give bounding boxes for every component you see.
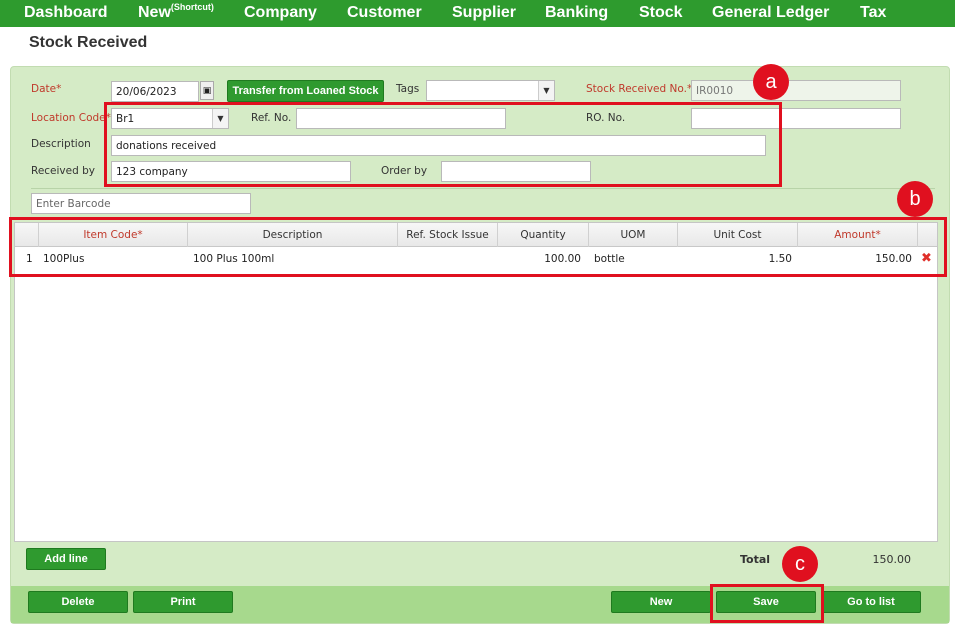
new-button[interactable]: New [611, 591, 711, 613]
cell-uom[interactable]: bottle [594, 248, 625, 270]
grid-header-rownum [15, 223, 39, 247]
description-value: donations received [116, 140, 217, 152]
nav-new-shortcut: (Shortcut) [170, 2, 214, 12]
stock-received-no-label: Stock Received No.* [586, 83, 693, 95]
order-by-input[interactable] [441, 161, 591, 182]
annotation-badge-b: b [897, 181, 933, 217]
location-code-select[interactable]: Br1 ▼ [111, 108, 229, 129]
cell-unit-cost[interactable]: 1.50 [678, 248, 792, 270]
received-by-label: Received by [31, 165, 95, 177]
grid-header-quantity[interactable]: Quantity [498, 223, 589, 247]
nav-supplier[interactable]: Supplier [452, 4, 516, 22]
delete-row-icon[interactable]: ✖ [921, 248, 932, 270]
grid-header-amount[interactable]: Amount* [798, 223, 918, 247]
barcode-input[interactable]: Enter Barcode [31, 193, 251, 214]
description-input[interactable]: donations received [111, 135, 766, 156]
location-code-value: Br1 [116, 113, 135, 125]
grid-header-description[interactable]: Description [188, 223, 398, 247]
total-label: Total [740, 553, 771, 566]
date-label: Date* [31, 83, 62, 95]
stock-received-no-input: IR0010 [691, 80, 901, 101]
nav-dashboard[interactable]: Dashboard [24, 4, 108, 22]
grid-header-ref-stock-issue[interactable]: Ref. Stock Issue [398, 223, 498, 247]
nav-banking[interactable]: Banking [545, 4, 608, 22]
nav-general-ledger[interactable]: General Ledger [712, 4, 829, 22]
table-row[interactable]: 1 100Plus 100 Plus 100ml 100.00 bottle 1… [15, 248, 937, 270]
grid-header-item-code[interactable]: Item Code* [39, 223, 188, 247]
items-grid: Item Code* Description Ref. Stock Issue … [14, 222, 938, 542]
ref-no-label: Ref. No. [251, 112, 292, 124]
nav-new-label: New [138, 4, 171, 21]
delete-button[interactable]: Delete [28, 591, 128, 613]
nav-stock[interactable]: Stock [639, 4, 683, 22]
cell-item-code[interactable]: 100Plus [43, 248, 84, 270]
nav-company[interactable]: Company [244, 4, 317, 22]
description-label: Description [31, 138, 91, 150]
tags-label: Tags [396, 83, 420, 95]
ref-no-input[interactable] [296, 108, 506, 129]
chevron-down-icon: ▼ [538, 81, 554, 100]
transfer-from-loaned-stock-button[interactable]: Transfer from Loaned Stock [227, 80, 384, 102]
received-by-input[interactable]: 123 company [111, 161, 351, 182]
divider [31, 188, 935, 189]
cell-quantity[interactable]: 100.00 [498, 248, 581, 270]
annotation-badge-a: a [753, 64, 789, 100]
grid-header-unit-cost[interactable]: Unit Cost [678, 223, 798, 247]
add-line-button[interactable]: Add line [26, 548, 106, 570]
go-to-list-button[interactable]: Go to list [821, 591, 921, 613]
cell-amount: 150.00 [875, 253, 912, 265]
location-code-label: Location Code* [31, 112, 111, 124]
grid-header-action [918, 223, 937, 247]
tags-select[interactable]: ▼ [426, 80, 555, 101]
barcode-placeholder: Enter Barcode [36, 198, 111, 210]
calendar-icon[interactable]: ▣ [200, 81, 214, 100]
cell-description[interactable]: 100 Plus 100ml [193, 248, 274, 270]
received-by-value: 123 company [116, 166, 188, 178]
total-value: 150.00 [872, 553, 912, 566]
save-button[interactable]: Save [716, 591, 816, 613]
nav-customer[interactable]: Customer [347, 4, 422, 22]
row-number: 1 [26, 253, 33, 265]
nav-new[interactable]: New(Shortcut) [138, 2, 214, 22]
top-nav: Dashboard New(Shortcut) Company Customer… [0, 0, 955, 27]
grid-header-uom[interactable]: UOM [589, 223, 678, 247]
stock-received-no-value: IR0010 [696, 85, 734, 97]
print-button[interactable]: Print [133, 591, 233, 613]
date-value: 20/06/2023 [116, 86, 177, 98]
order-by-label: Order by [381, 165, 428, 177]
ro-no-input[interactable] [691, 108, 901, 129]
grid-header: Item Code* Description Ref. Stock Issue … [15, 223, 937, 247]
chevron-down-icon: ▼ [212, 109, 228, 128]
ro-no-label: RO. No. [586, 112, 626, 124]
date-input[interactable]: 20/06/2023 [111, 81, 199, 102]
nav-tax[interactable]: Tax [860, 4, 886, 22]
annotation-badge-c: c [782, 546, 818, 582]
page-title: Stock Received [29, 34, 148, 51]
